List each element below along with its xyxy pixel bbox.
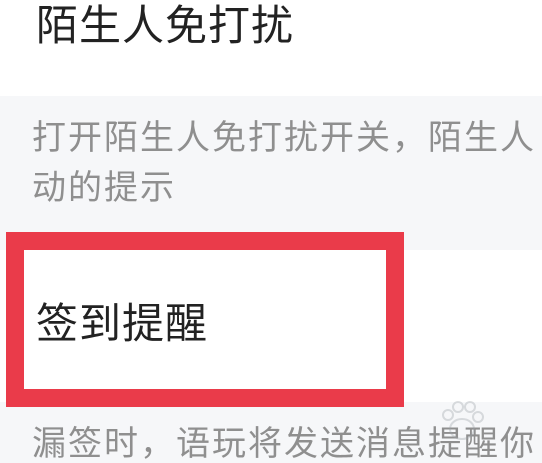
setting-row-stranger-dnd[interactable]: 陌生人免打扰 [0, 0, 542, 96]
baidu-paw-watermark-icon [442, 401, 484, 440]
setting-title-checkin-reminder: 签到提醒 [36, 299, 209, 348]
setting-row-checkin-reminder[interactable]: 签到提醒 [0, 250, 542, 402]
setting-title-stranger-dnd: 陌生人免打扰 [36, 1, 295, 50]
description-line: 打开陌生人免打扰开关，陌生人 [32, 118, 536, 158]
description-line: 动的提示 [32, 168, 176, 208]
setting-description-stranger-dnd: 打开陌生人免打扰开关，陌生人 动的提示 [0, 96, 542, 250]
